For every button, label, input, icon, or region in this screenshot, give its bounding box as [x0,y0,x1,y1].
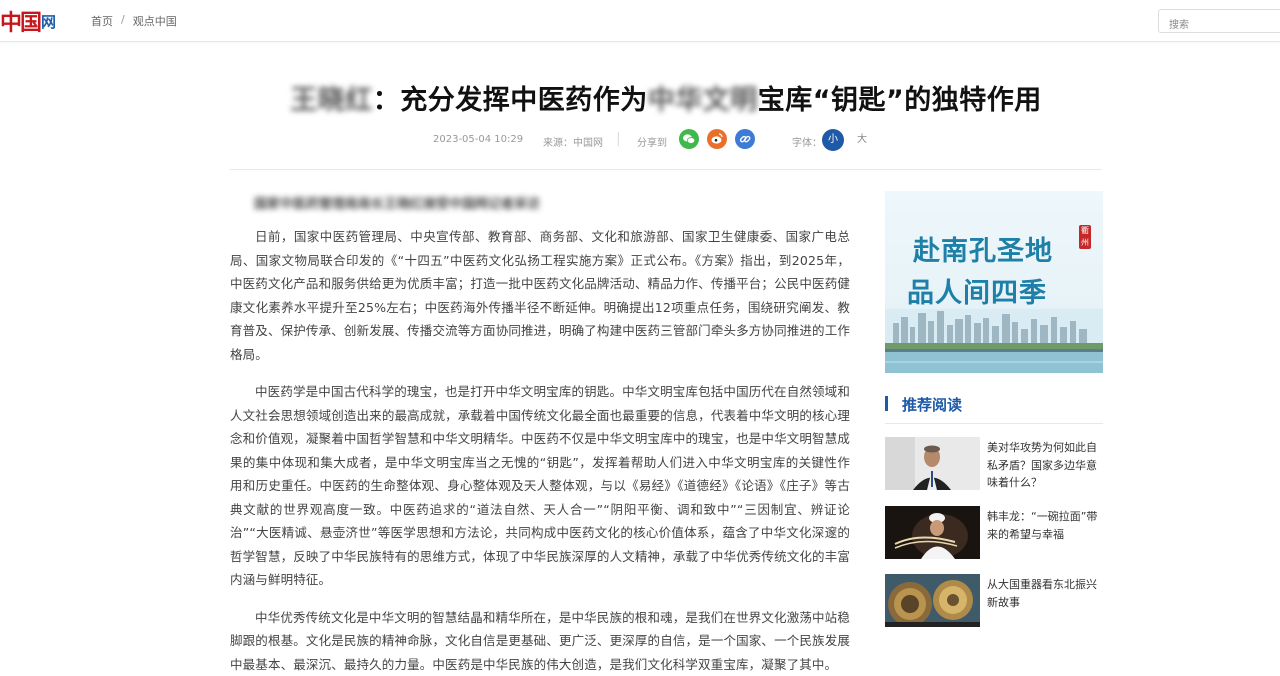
title-blurred-name: 王晓红 [290,85,373,116]
logo-suffix-text: 网 [41,11,56,32]
source-value: 中国网 [573,134,603,149]
recommended-thumbnail[interactable] [885,574,980,627]
article-body: 国家中医药管理局局长王晓红接受中国网记者采访 日前，国家中医药管理局、中央宣传部… [230,193,850,676]
breadcrumb-separator: / [121,13,125,29]
breadcrumb-home-link[interactable]: 首页 [91,13,113,29]
banner-seal: 衢州 [1079,225,1091,249]
wechat-share-icon[interactable] [679,129,699,149]
article-paragraph: 中医药学是中国古代科学的瑰宝，也是打开中华文明宝库的钥匙。中华文明宝库包括中国历… [230,380,850,592]
banner-headline-2: 品人间四季 [907,271,1047,310]
publish-date: 2023-05-04 10:29 [433,134,523,145]
site-logo[interactable]: 中国 网 [0,6,56,36]
breadcrumb-section-link[interactable]: 观点中国 [133,13,177,29]
banner-headline-1: 赴南孔圣地 [913,229,1053,268]
section-accent-bar [885,396,888,411]
title-divider [230,169,1102,170]
recommended-thumbnail[interactable] [885,506,980,559]
tourism-banner-ad[interactable]: 赴南孔圣地 品人间四季 衢州 [885,191,1103,373]
article-meta-row: 2023-05-04 10:29 来源： 中国网 | 分享到 字体： 小 大 [230,127,1102,153]
font-size-label: 字体： [792,134,822,149]
recommended-item[interactable]: 韩丰龙：“一碗拉面”带来的希望与幸福 [885,506,1103,559]
source-label: 来源： [543,134,573,149]
font-small-button[interactable]: 小 [822,129,844,151]
top-navigation-bar: 中国 网 首页 / 观点中国 搜索 [0,0,1280,42]
recommended-title[interactable]: 从大国重器看东北振兴新故事 [987,576,1105,611]
recommended-item[interactable]: 从大国重器看东北振兴新故事 [885,574,1103,627]
breadcrumb: 首页 / 观点中国 [91,13,177,29]
recommended-thumbnail[interactable] [885,437,980,490]
city-skyline-image [885,309,1103,373]
recommended-title[interactable]: 韩丰龙：“一碗拉面”带来的希望与幸福 [987,508,1105,543]
weibo-share-icon[interactable] [707,129,727,149]
title-text-end: 宝库“钥匙”的独特作用 [758,85,1042,116]
recommended-reading-header: 推荐阅读 [885,393,1103,424]
article-title: 王晓红：充分发挥中医药作为中华文明宝库“钥匙”的独特作用 [230,78,1102,117]
recommended-item[interactable]: 美对华攻势为何如此自私矛盾？国家多边华意味着什么？ [885,437,1103,490]
recommended-reading-title: 推荐阅读 [902,394,962,415]
search-input[interactable]: 搜索 [1158,9,1280,33]
font-large-button[interactable]: 大 [851,129,873,151]
share-label: 分享到 [637,134,667,149]
logo-main-text: 中国 [0,5,40,37]
article-paragraph: 日前，国家中医药管理局、中央宣传部、教育部、商务部、文化和旅游部、国家卫生健康委… [230,225,850,366]
article-subtitle-blurred: 国家中医药管理局局长王晓红接受中国网记者采访 [254,193,850,215]
article-paragraph: 中华优秀传统文化是中华文明的智慧结晶和精华所在，是中华民族的根和魂，是我们在世界… [230,606,850,676]
recommended-title[interactable]: 美对华攻势为何如此自私矛盾？国家多边华意味着什么？ [987,439,1105,492]
meta-divider: | [616,131,621,147]
title-text-middle: ：充分发挥中医药作为 [373,85,648,116]
title-blurred-middle: 中华文明 [648,85,758,116]
link-share-icon[interactable] [735,129,755,149]
